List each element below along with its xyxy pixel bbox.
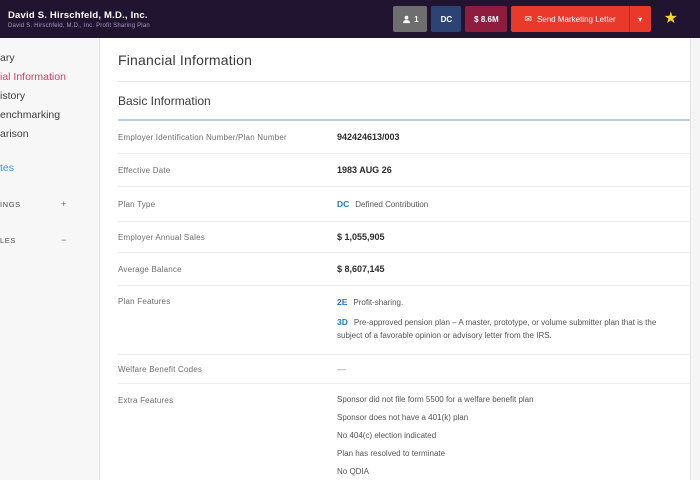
row-value: DC Defined Contribution (337, 199, 684, 209)
table-row-average-balance: Average Balance $ 8,607,145 (118, 253, 690, 286)
sidebar-item-truncated-benchmarking[interactable]: enchmarking (0, 106, 99, 125)
mail-icon: ✉ (524, 13, 532, 24)
row-label: Employer Identification Number/Plan Numb… (118, 133, 287, 142)
feature-code: 3D (337, 316, 348, 327)
scrollbar-track[interactable] (690, 38, 700, 480)
company-title: David S. Hirschfeld, M.D., Inc. (8, 9, 148, 21)
sidebar-section-truncated-filings[interactable]: INGS + (0, 194, 99, 214)
chevron-down-icon: ▾ (638, 14, 643, 24)
sidebar-link-truncated-notes[interactable]: tes (0, 159, 99, 178)
app-window: David S. Hirschfeld, M.D., Inc. David S.… (0, 0, 700, 480)
row-value: 942424613/003 (337, 132, 400, 142)
sidebar-section-label: LES (0, 235, 16, 245)
table-row-plan-features: Plan Features 2E Profit-sharing. 3D Pre-ap… (118, 286, 690, 356)
row-value: — (337, 364, 346, 375)
person-icon (402, 15, 411, 24)
basic-information-table: Employer Identification Number/Plan Numb… (118, 119, 690, 480)
table-row-effective-date: Effective Date 1983 AUG 26 (118, 154, 690, 187)
row-label: Extra Features (118, 396, 174, 406)
section-title: Basic Information (118, 94, 211, 108)
row-label: Average Balance (118, 265, 182, 274)
plan-feature-line: 3D Pre-approved pension plan – A master, … (337, 316, 676, 343)
send-marketing-letter-button[interactable]: ✉ Send Marketing Letter (511, 6, 629, 32)
row-label: Plan Features (118, 297, 171, 306)
plan-subtitle: David S. Hirschfeld, M.D., Inc. Profit S… (8, 22, 150, 29)
sidebar-item-financial-information[interactable]: ial Information (0, 68, 99, 87)
row-value: Sponsor did not file form 5500 for a wel… (337, 395, 684, 480)
plan-type-code: DC (337, 199, 350, 209)
extra-feature-item: No 404(c) election indicated (337, 431, 437, 441)
sidebar: ary ial Information istory enchmarking a… (0, 38, 100, 480)
sidebar-item-truncated-summary[interactable]: ary (0, 49, 99, 68)
expand-icon[interactable]: + (61, 199, 67, 209)
main-panel: Financial Information Basic Information … (100, 38, 690, 480)
row-label: Welfare Benefit Codes (118, 365, 203, 375)
row-value: $ 1,055,905 (337, 232, 385, 242)
favorite-star-icon[interactable]: ★ (664, 11, 678, 27)
app-header: David S. Hirschfeld, M.D., Inc. David S.… (0, 0, 700, 38)
collapse-icon[interactable]: − (61, 235, 67, 245)
table-row-ein: Employer Identification Number/Plan Numb… (118, 121, 690, 154)
extra-feature-item: Plan has resolved to terminate (337, 449, 446, 459)
row-value: $ 8,607,145 (337, 264, 385, 274)
row-label: Effective Date (118, 166, 171, 175)
table-row-extra-features: Extra Features Sponsor did not file form… (118, 384, 690, 480)
table-row-welfare-benefit-codes: Welfare Benefit Codes — (118, 355, 690, 385)
send-letter-group: ✉ Send Marketing Letter ▾ (511, 6, 651, 32)
title-divider (118, 81, 690, 82)
sidebar-item-truncated-history[interactable]: istory (0, 87, 99, 106)
feature-text: Pre-approved pension plan – A master, pr… (337, 317, 657, 340)
send-letter-dropdown-button[interactable]: ▾ (628, 6, 651, 32)
content-area: ary ial Information istory enchmarking a… (0, 38, 700, 480)
header-titles: David S. Hirschfeld, M.D., Inc. David S.… (8, 10, 150, 29)
sidebar-section-truncated-roles[interactable]: LES − (0, 230, 99, 250)
feature-code: 2E (337, 297, 348, 307)
assets-badge[interactable]: $ 8.6M (465, 6, 508, 32)
page-title: Financial Information (118, 52, 253, 68)
send-marketing-letter-label: Send Marketing Letter (536, 14, 616, 24)
row-label: Employer Annual Sales (118, 233, 205, 242)
participants-count: 1 (414, 14, 419, 24)
extra-feature-item: No QDIA (337, 467, 370, 477)
row-value: 2E Profit-sharing. 3D Pre-approved pension… (337, 296, 684, 342)
row-label: Plan Type (118, 200, 156, 209)
sidebar-item-truncated-comparison[interactable]: arison (0, 125, 99, 144)
table-row-annual-sales: Employer Annual Sales $ 1,055,905 (118, 222, 690, 253)
participants-badge[interactable]: 1 (393, 6, 428, 32)
plan-type-badge[interactable]: DC (431, 6, 462, 32)
sidebar-section-label: INGS (0, 199, 21, 209)
plan-feature-line: 2E Profit-sharing. (337, 296, 676, 310)
row-value: 1983 AUG 26 (337, 165, 392, 175)
feature-text: Profit-sharing. (353, 298, 404, 307)
extra-feature-item: Sponsor does not have a 401(k) plan (337, 413, 469, 423)
extra-feature-item: Sponsor did not file form 5500 for a wel… (337, 395, 534, 405)
header-actions: 1 DC $ 8.6M ✉ Send Marketing Letter ▾ ★ (393, 0, 700, 38)
table-row-plan-type: Plan Type DC Defined Contribution (118, 187, 690, 222)
plan-type-text: Defined Contribution (355, 200, 429, 209)
